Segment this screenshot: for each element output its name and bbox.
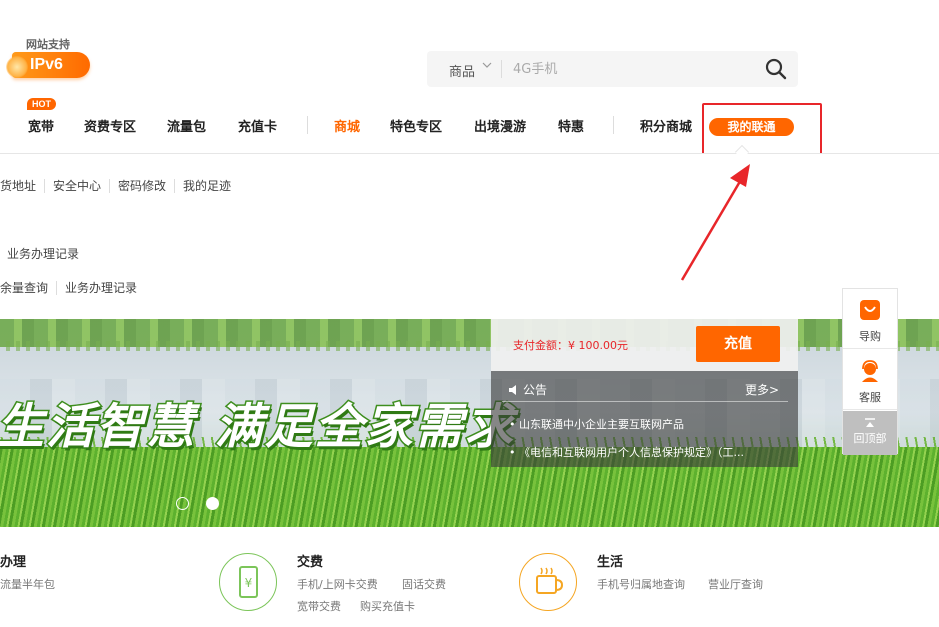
dropdown-link-password-change[interactable]: 密码修改 xyxy=(109,179,174,193)
nav-item-data-package[interactable]: 流量包 xyxy=(167,116,206,135)
service-link[interactable]: 宽带交费 xyxy=(297,598,341,614)
nav-divider xyxy=(613,116,614,134)
nav-item-deals[interactable]: 特惠 xyxy=(558,116,584,135)
search-category-select[interactable]: 商品 xyxy=(449,61,475,80)
notice-panel: 公告 更多> • 山东联通中小企业主要互联网产品 • 《电信和互联网用户个人信息… xyxy=(491,371,798,467)
side-service-label: 客服 xyxy=(859,391,881,404)
slide-dot-1[interactable] xyxy=(176,497,189,510)
notice-title: 公告 xyxy=(523,383,548,397)
hot-badge: HOT xyxy=(27,98,56,110)
service-link[interactable]: 手机号归属地查询 xyxy=(597,576,685,592)
dropdown-link-business-records[interactable]: 业务办理记录 xyxy=(56,281,145,295)
svg-text:¥: ¥ xyxy=(245,576,253,590)
nav-item-points-mall[interactable]: 积分商城 xyxy=(640,116,692,135)
search-divider xyxy=(501,60,502,78)
annotation-arrow xyxy=(680,164,750,281)
back-to-top-button[interactable]: 回顶部 xyxy=(843,411,897,455)
search-input[interactable] xyxy=(513,57,753,81)
notice-divider xyxy=(502,401,788,402)
dropdown-row-business: 业务办理记录 xyxy=(7,247,87,261)
my-unicom-dropdown: 货地址 安全中心 密码修改 我的足迹 业务办理记录 余量查询 业务办理记录 xyxy=(0,153,939,319)
notice-more-link[interactable]: 更多> xyxy=(745,381,779,398)
nav-item-featured[interactable]: 特色专区 xyxy=(390,116,442,135)
pay-amount-text: 支付金额：¥ 100.00元 xyxy=(513,339,628,352)
nav-item-broadband[interactable]: 宽带 xyxy=(28,116,54,135)
quick-recharge-panel: 支付金额：¥ 100.00元 充值 xyxy=(491,319,798,371)
service-link[interactable]: 营业厅查询 xyxy=(708,576,763,592)
dropdown-link-my-footprint[interactable]: 我的足迹 xyxy=(174,179,239,193)
customer-service-icon xyxy=(862,360,878,382)
notice-item[interactable]: • 《电信和互联网用户个人信息保护规定》（工... xyxy=(509,444,744,460)
nav-item-mall[interactable]: 商城 xyxy=(334,116,360,135)
service-link[interactable]: 手机/上网卡交费 xyxy=(297,576,378,592)
ipv6-caption: 网站支持 xyxy=(26,38,70,51)
notice-item[interactable]: • 山东联通中小企业主要互联网产品 xyxy=(509,416,684,432)
dropdown-link-address[interactable]: 货地址 xyxy=(0,179,44,193)
banner-slogan: 生活智慧 满足全家需求 xyxy=(0,398,515,457)
service-link[interactable]: 流量半年包 xyxy=(0,576,55,592)
nav-item-recharge-card[interactable]: 充值卡 xyxy=(238,116,277,135)
payment-service-icon[interactable]: ¥ xyxy=(219,553,277,611)
service-link[interactable]: 固话交费 xyxy=(402,576,446,592)
nav-item-roaming[interactable]: 出境漫游 xyxy=(474,116,526,135)
recharge-button[interactable]: 充值 xyxy=(696,326,780,362)
search-icon[interactable] xyxy=(765,58,787,80)
dropdown-link-balance-query[interactable]: 余量查询 xyxy=(0,281,56,295)
floating-side-toolbar: 导购 客服 回顶部 xyxy=(842,288,898,455)
service-title-payment: 交费 xyxy=(297,555,324,570)
banner-grass xyxy=(0,447,939,527)
shopping-bag-icon xyxy=(860,300,880,320)
hero-banner[interactable]: 生活智慧 满足全家需求 xyxy=(0,319,939,527)
service-title-handle: 办理 xyxy=(0,555,27,570)
service-link[interactable]: 购买充值卡 xyxy=(360,598,415,614)
dropdown-row-query: 余量查询 业务办理记录 xyxy=(0,281,145,295)
speaker-icon xyxy=(509,385,516,395)
side-service-button[interactable]: 客服 xyxy=(843,350,897,410)
dropdown-row-account: 货地址 安全中心 密码修改 我的足迹 xyxy=(0,179,239,193)
chevron-down-icon[interactable] xyxy=(482,60,492,73)
dropdown-link-security-center[interactable]: 安全中心 xyxy=(44,179,109,193)
side-guide-button[interactable]: 导购 xyxy=(843,289,897,349)
notice-header: 公告 xyxy=(509,381,547,398)
service-title-life: 生活 xyxy=(597,555,624,570)
search-bar: 商品 xyxy=(427,51,798,87)
nav-divider xyxy=(307,116,308,134)
ipv6-glow-icon xyxy=(6,56,28,78)
annotation-highlight-box xyxy=(702,103,822,155)
nav-item-tariff[interactable]: 资费专区 xyxy=(84,116,136,135)
dropdown-link-business-records[interactable]: 业务办理记录 xyxy=(7,247,87,261)
back-to-top-label: 回顶部 xyxy=(853,432,887,445)
coffee-cup-icon[interactable] xyxy=(519,553,577,611)
slide-dot-2[interactable] xyxy=(206,497,219,510)
banner-tree-fringe xyxy=(0,341,939,351)
side-guide-label: 导购 xyxy=(859,330,881,343)
arrow-up-icon xyxy=(865,418,875,427)
